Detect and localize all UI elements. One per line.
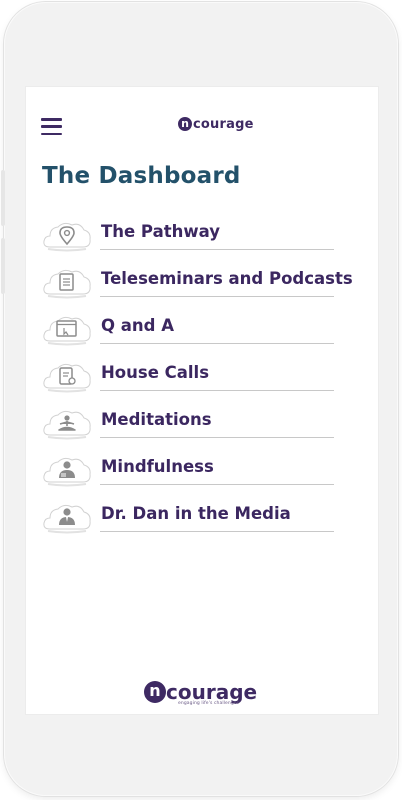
divider — [100, 390, 334, 391]
browser-window-icon — [43, 316, 91, 346]
menu-item-label: Meditations — [101, 410, 212, 429]
divider — [100, 437, 334, 438]
top-bar: n courage — [26, 87, 378, 159]
logo-n-badge: n — [144, 681, 166, 703]
menu-item-label: Teleseminars and Podcasts — [101, 269, 353, 288]
page-title: The Dashboard — [42, 163, 241, 189]
presenter-icon — [43, 504, 91, 534]
menu-item-house-calls[interactable]: House Calls — [42, 356, 338, 400]
menu-item-teleseminars-and-podcasts[interactable]: Teleseminars and Podcasts — [42, 262, 353, 306]
logo-tagline: engaging life's challenges — [178, 701, 240, 706]
menu-item-meditations[interactable]: Meditations — [42, 403, 338, 447]
menu-item-label: House Calls — [101, 363, 210, 382]
clipboard-icon — [43, 363, 91, 393]
divider — [100, 531, 334, 532]
logo-wordmark: courage — [166, 680, 258, 704]
menu-item-label: Dr. Dan in the Media — [101, 504, 291, 523]
menu-item-label: Mindfulness — [101, 457, 214, 476]
map-pin-icon — [43, 222, 91, 252]
divider — [100, 484, 334, 485]
divider — [100, 249, 334, 250]
brand-logo[interactable]: n courage — [178, 115, 254, 133]
divider — [100, 296, 334, 297]
hamburger-icon[interactable] — [41, 118, 62, 135]
document-icon — [43, 269, 91, 299]
menu-item-label: The Pathway — [101, 222, 220, 241]
menu-item-the-pathway[interactable]: The Pathway — [42, 215, 338, 259]
menu-item-dr-dan-in-the-media[interactable]: Dr. Dan in the Media — [42, 497, 338, 541]
divider — [100, 343, 334, 344]
logo-wordmark: courage — [193, 116, 254, 132]
person-icon — [43, 457, 91, 487]
app-screen: n courage The Dashboard The Pathway Tele… — [25, 86, 379, 715]
menu-item-q-and-a[interactable]: Q and A — [42, 309, 338, 353]
logo-n-badge: n — [178, 117, 192, 131]
meditation-icon — [43, 410, 91, 440]
footer-logo: n courage engaging life's challenges — [144, 681, 264, 707]
menu-item-label: Q and A — [101, 316, 174, 335]
volume-button — [1, 238, 5, 294]
menu-item-mindfulness[interactable]: Mindfulness — [42, 450, 338, 494]
volume-button — [1, 170, 5, 226]
